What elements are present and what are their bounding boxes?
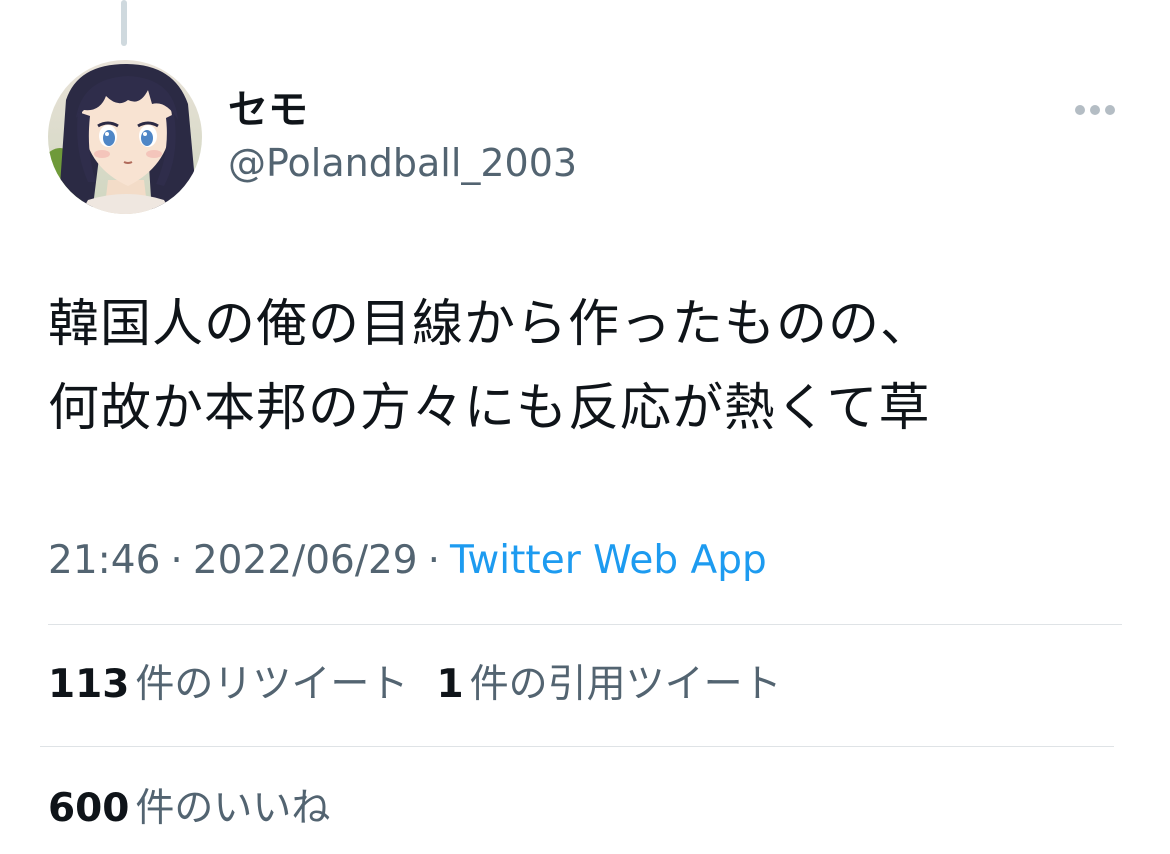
divider — [48, 624, 1122, 625]
user-handle[interactable]: @Polandball_2003 — [228, 140, 577, 186]
avatar[interactable] — [48, 60, 202, 214]
retweet-label: 件のリツイート — [135, 662, 409, 707]
retweets-stat[interactable]: 113 件のリツイート — [48, 660, 408, 710]
tweet-text-line: 何故か本邦の方々にも反応が熱くて草 — [48, 379, 931, 438]
more-options-button[interactable] — [1068, 92, 1122, 128]
anime-girl-avatar-icon — [48, 60, 202, 214]
meta-separator: · — [170, 538, 183, 583]
like-label: 件のいいね — [135, 786, 331, 831]
quote-count: 1 — [436, 662, 464, 707]
tweet-time[interactable]: 21:46 — [48, 538, 160, 583]
tweet-text-line: 韓国人の俺の目線から作ったものの、 — [48, 295, 933, 354]
retweet-count: 113 — [48, 662, 130, 707]
tweet-text: 韓国人の俺の目線から作ったものの、 何故か本邦の方々にも反応が熱くて草 — [48, 283, 1128, 451]
quote-label: 件の引用ツイート — [469, 662, 782, 707]
stats-row-likes: 600 件のいいね — [48, 784, 330, 834]
tweet-source-link[interactable]: Twitter Web App — [450, 538, 767, 583]
more-horizontal-icon — [1075, 105, 1115, 115]
likes-stat[interactable]: 600 件のいいね — [48, 784, 330, 834]
display-name[interactable]: セモ — [228, 86, 308, 134]
thread-connector-line — [121, 0, 127, 46]
tweet-meta: 21:46 · 2022/06/29 · Twitter Web App — [48, 536, 767, 586]
quote-tweets-stat[interactable]: 1 件の引用ツイート — [436, 660, 781, 710]
meta-separator: · — [427, 538, 441, 583]
tweet-date[interactable]: 2022/06/29 — [193, 538, 418, 583]
like-count: 600 — [48, 786, 130, 831]
divider — [40, 746, 1114, 747]
stats-row-retweets: 113 件のリツイート 1 件の引用ツイート — [48, 660, 782, 710]
